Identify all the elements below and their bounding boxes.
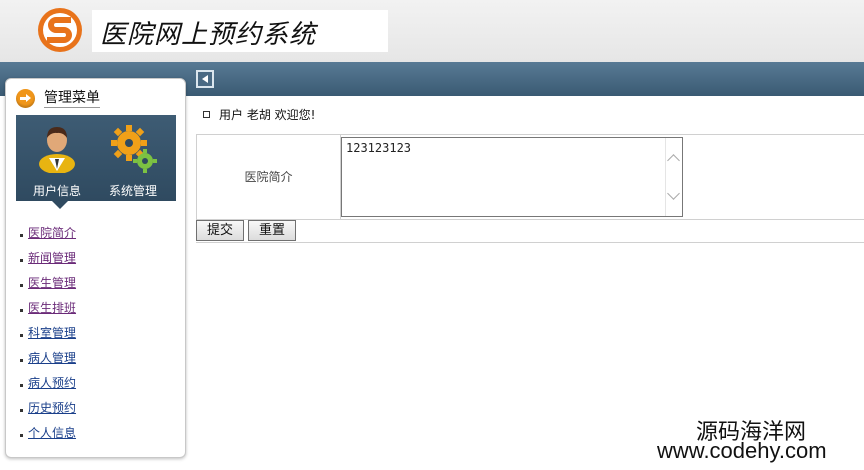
intro-field-label: 医院简介 [197, 135, 341, 219]
sidebar-nav: 医院简介 新闻管理 医生管理 医生排班 科室管理 病人管理 病人预约 历史预约 … [20, 223, 76, 448]
welcome-text: 用户 老胡 欢迎您! [219, 108, 316, 122]
sidebar-link-news[interactable]: 新闻管理 [28, 251, 76, 265]
sidebar-link-patients[interactable]: 病人管理 [28, 351, 76, 365]
reset-button[interactable]: 重置 [248, 220, 296, 241]
panel-user-info-label: 用户信息 [32, 184, 81, 198]
sidebar-link-appointments[interactable]: 病人预约 [28, 376, 76, 390]
panel-system-settings-label: 系统管理 [108, 184, 157, 198]
sidebar-link-history[interactable]: 历史预约 [28, 401, 76, 415]
sidebar-item-news: 新闻管理 [20, 248, 76, 273]
menu-title: 管理菜单 [44, 90, 100, 108]
intro-textarea[interactable]: 123123123 [341, 137, 683, 217]
panel-system-settings[interactable]: 系统管理 [98, 123, 168, 199]
sidebar-item-hospital-intro: 医院简介 [20, 223, 76, 248]
title-box: 医院网上预约系统 [92, 10, 388, 52]
welcome-bar: 用户 老胡 欢迎您! [197, 96, 864, 135]
sidebar-item-doctors: 医生管理 [20, 273, 76, 298]
gears-icon [111, 125, 157, 173]
menu-panel: 用户信息 系统管理 [16, 115, 176, 209]
panel-user-info[interactable]: 用户信息 [22, 123, 92, 199]
sidebar-link-hospital-intro[interactable]: 医院简介 [28, 226, 76, 240]
sidebar-item-departments: 科室管理 [20, 323, 76, 348]
sidebar-item-profile: 个人信息 [20, 423, 76, 448]
scroll-up-icon[interactable] [667, 154, 680, 167]
arrow-right-icon [16, 89, 35, 108]
sidebar-link-departments[interactable]: 科室管理 [28, 326, 76, 340]
app-header: 医院网上预约系统 [0, 0, 864, 62]
sidebar-item-schedule: 医生排班 [20, 298, 76, 323]
watermark-line2: www.codehy.com [657, 438, 827, 463]
logo-icon [38, 8, 82, 52]
sidebar-link-schedule[interactable]: 医生排班 [28, 301, 76, 315]
textarea-scrollbar[interactable] [665, 138, 682, 216]
intro-textarea-value: 123123123 [346, 141, 412, 155]
sidebar: 管理菜单 用户信息 系统管理 医院简介 新闻管理 医生管理 医生排班 科室管理 … [5, 78, 186, 458]
scroll-down-icon[interactable] [667, 187, 680, 200]
sidebar-link-doctors[interactable]: 医生管理 [28, 276, 76, 290]
intro-form: 医院简介 123123123 [196, 134, 864, 220]
sidebar-item-appointments: 病人预约 [20, 373, 76, 398]
sidebar-link-profile[interactable]: 个人信息 [28, 426, 76, 440]
user-icon [39, 127, 75, 174]
square-bullet-icon [203, 111, 210, 118]
app-title: 医院网上预约系统 [100, 20, 317, 50]
sidebar-item-patients: 病人管理 [20, 348, 76, 373]
form-buttons: 提交 重置 [196, 219, 864, 243]
collapse-sidebar-button[interactable] [196, 70, 214, 88]
sidebar-item-history: 历史预约 [20, 398, 76, 423]
submit-button[interactable]: 提交 [196, 220, 244, 241]
